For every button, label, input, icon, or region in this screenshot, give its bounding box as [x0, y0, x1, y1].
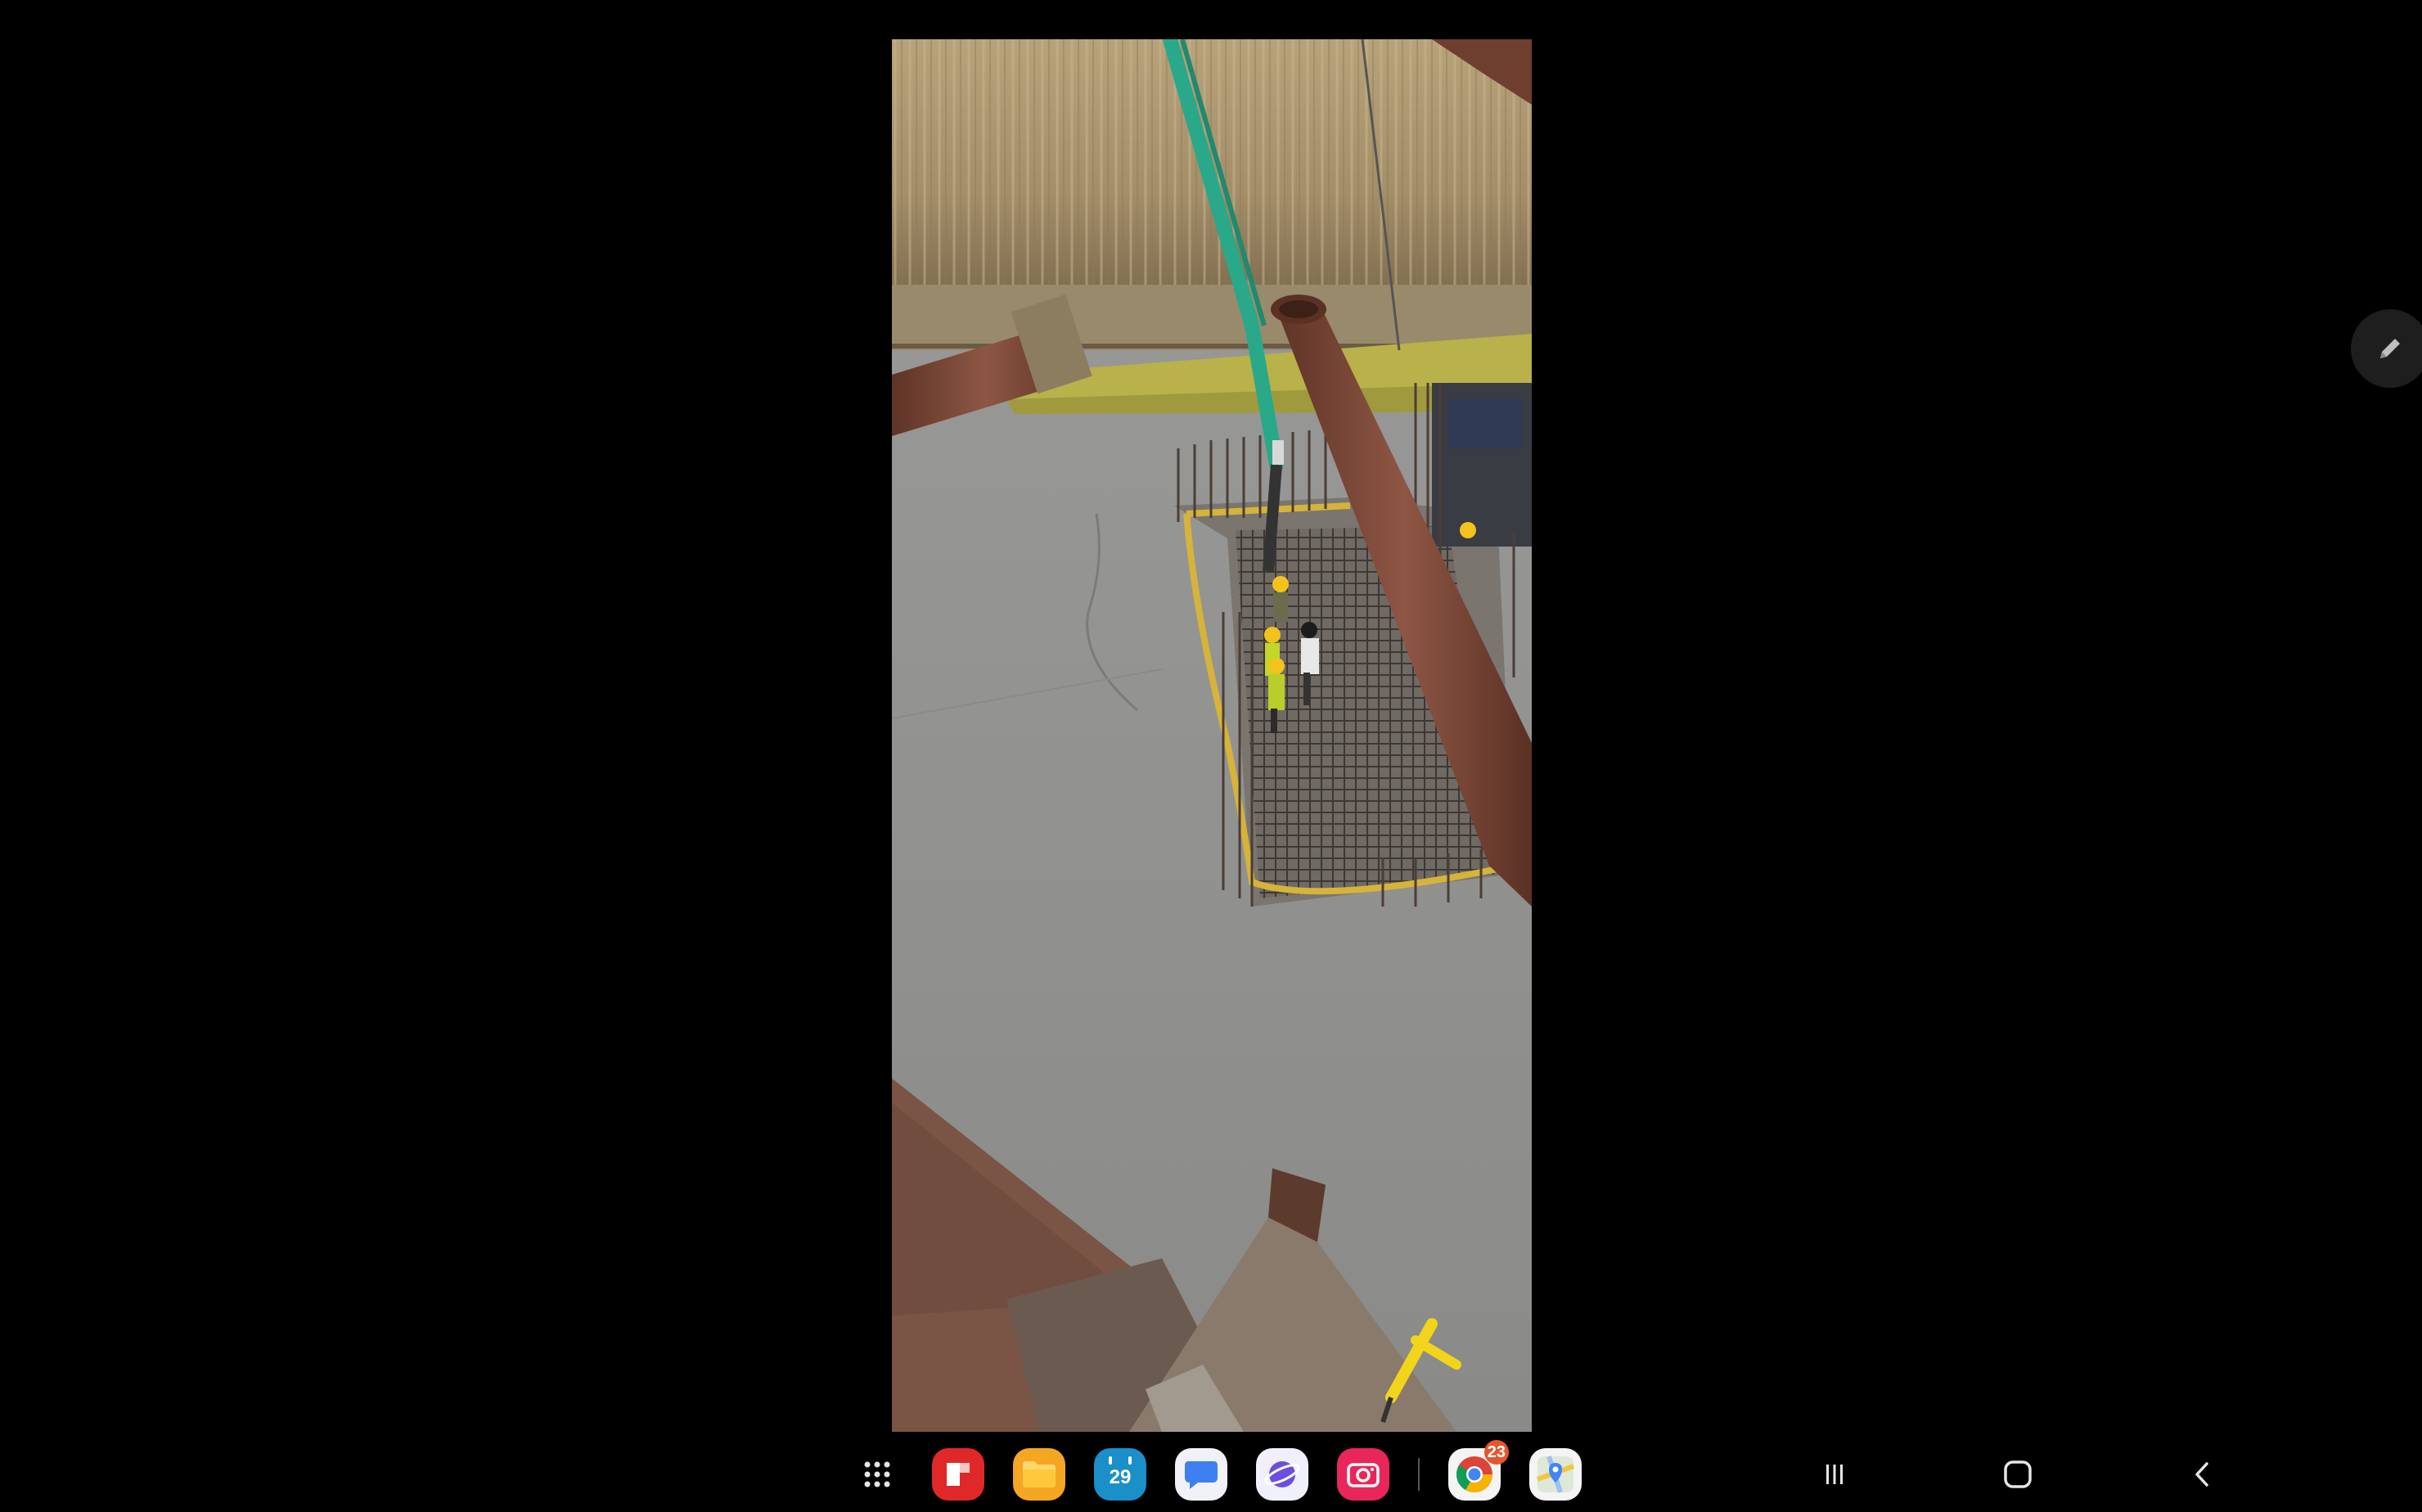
flipboard-icon: [947, 1463, 970, 1486]
calendar-app[interactable]: 29: [1094, 1448, 1146, 1501]
app-dock: 29 23: [851, 1440, 1610, 1504]
home-icon: [2004, 1460, 2032, 1488]
chrome-app[interactable]: 23: [1448, 1440, 1509, 1501]
screen-recorder-app[interactable]: [1337, 1448, 1389, 1501]
apps-grid-button[interactable]: [851, 1448, 903, 1501]
folder-icon: [1023, 1461, 1056, 1487]
recents-button[interactable]: [1802, 1442, 1867, 1507]
planet-icon: [1264, 1461, 1300, 1487]
photo-viewer[interactable]: [892, 39, 1532, 1432]
calendar-date: 29: [1109, 1466, 1132, 1488]
back-icon: [2195, 1462, 2208, 1487]
pencil-icon: [2380, 339, 2400, 358]
dock-divider: [1418, 1458, 1420, 1491]
internet-app[interactable]: [1256, 1448, 1308, 1501]
recents-icon: [1826, 1465, 1843, 1484]
calendar-icon: [1109, 1456, 1132, 1465]
home-button[interactable]: [1985, 1442, 2051, 1507]
maps-icon: [1536, 1456, 1575, 1493]
back-button[interactable]: [2170, 1442, 2235, 1507]
notification-badge: 23: [1483, 1440, 1509, 1465]
taskbar: 29 23: [0, 1433, 2422, 1512]
construction-photo: [892, 39, 1532, 1432]
messages-app[interactable]: [1175, 1448, 1227, 1501]
device-screen: 29 23: [0, 0, 2422, 1512]
edit-button[interactable]: [2351, 309, 2422, 388]
maps-app[interactable]: [1529, 1448, 1582, 1501]
apps-grid-icon: [864, 1461, 890, 1487]
chat-bubble-icon: [1185, 1461, 1218, 1489]
flipboard-app[interactable]: [932, 1448, 984, 1501]
camera-icon: [1347, 1463, 1380, 1487]
my-files-app[interactable]: [1013, 1448, 1065, 1501]
